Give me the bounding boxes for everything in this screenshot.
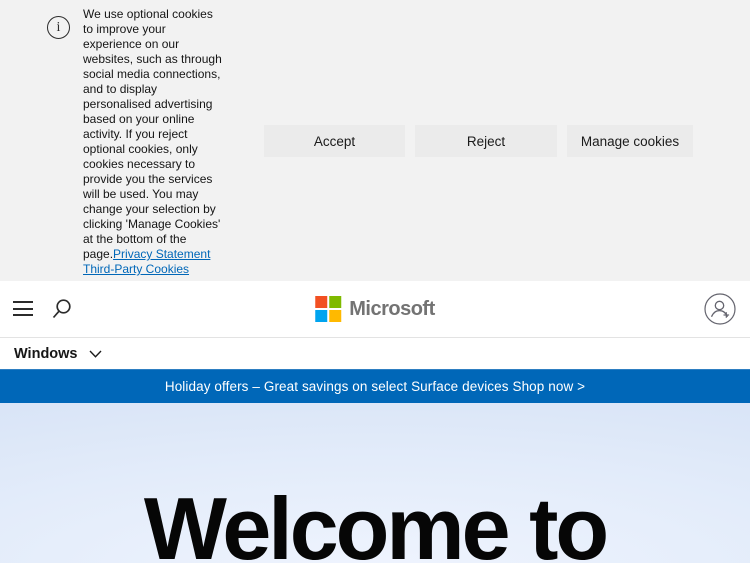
cookie-message-text: We use optional cookies to improve your … (83, 7, 222, 261)
microsoft-homepage: i We use optional cookies to improve you… (0, 0, 750, 563)
promo-banner-text[interactable]: Holiday offers – Great savings on select… (165, 379, 585, 394)
logo-square-green (329, 296, 342, 308)
info-circle-icon: i (47, 16, 70, 39)
account-icon-glyph (704, 293, 736, 325)
reject-cookies-button[interactable]: Reject (415, 125, 557, 157)
microsoft-logo-squares-icon (315, 296, 342, 322)
hero-section: Welcome to (0, 403, 750, 563)
hamburger-menu-icon[interactable] (13, 301, 33, 316)
hamburger-bar (13, 307, 33, 310)
site-header: Microsoft (0, 281, 750, 337)
cookie-message: We use optional cookies to improve your … (83, 7, 226, 277)
chevron-down-icon (89, 350, 102, 358)
privacy-statement-link[interactable]: Privacy Statement (113, 247, 210, 261)
microsoft-wordmark: Microsoft (349, 297, 435, 320)
hamburger-bar (13, 301, 33, 303)
search-icon[interactable] (51, 298, 73, 320)
info-glyph: i (56, 19, 61, 35)
windows-dropdown-label: Windows (14, 345, 78, 362)
windows-dropdown[interactable]: Windows (14, 346, 102, 362)
hero-heading: Welcome to (143, 479, 609, 563)
microsoft-logo[interactable]: Microsoft (315, 296, 435, 322)
cookie-button-row: Accept Reject Manage cookies (264, 125, 693, 157)
promo-banner[interactable]: Holiday offers – Great savings on select… (0, 369, 750, 403)
search-icon-glyph (52, 299, 71, 319)
cookie-consent-banner: i We use optional cookies to improve you… (0, 0, 750, 281)
account-sign-in-icon[interactable] (704, 293, 736, 325)
manage-cookies-button[interactable]: Manage cookies (567, 125, 693, 157)
logo-square-blue (315, 310, 328, 322)
third-party-cookies-link[interactable]: Third-Party Cookies (83, 262, 189, 276)
logo-square-yellow (329, 310, 342, 322)
hamburger-bar (13, 314, 33, 316)
category-nav: Windows (0, 337, 750, 369)
accept-cookies-button[interactable]: Accept (264, 125, 405, 157)
logo-square-red (315, 296, 328, 308)
